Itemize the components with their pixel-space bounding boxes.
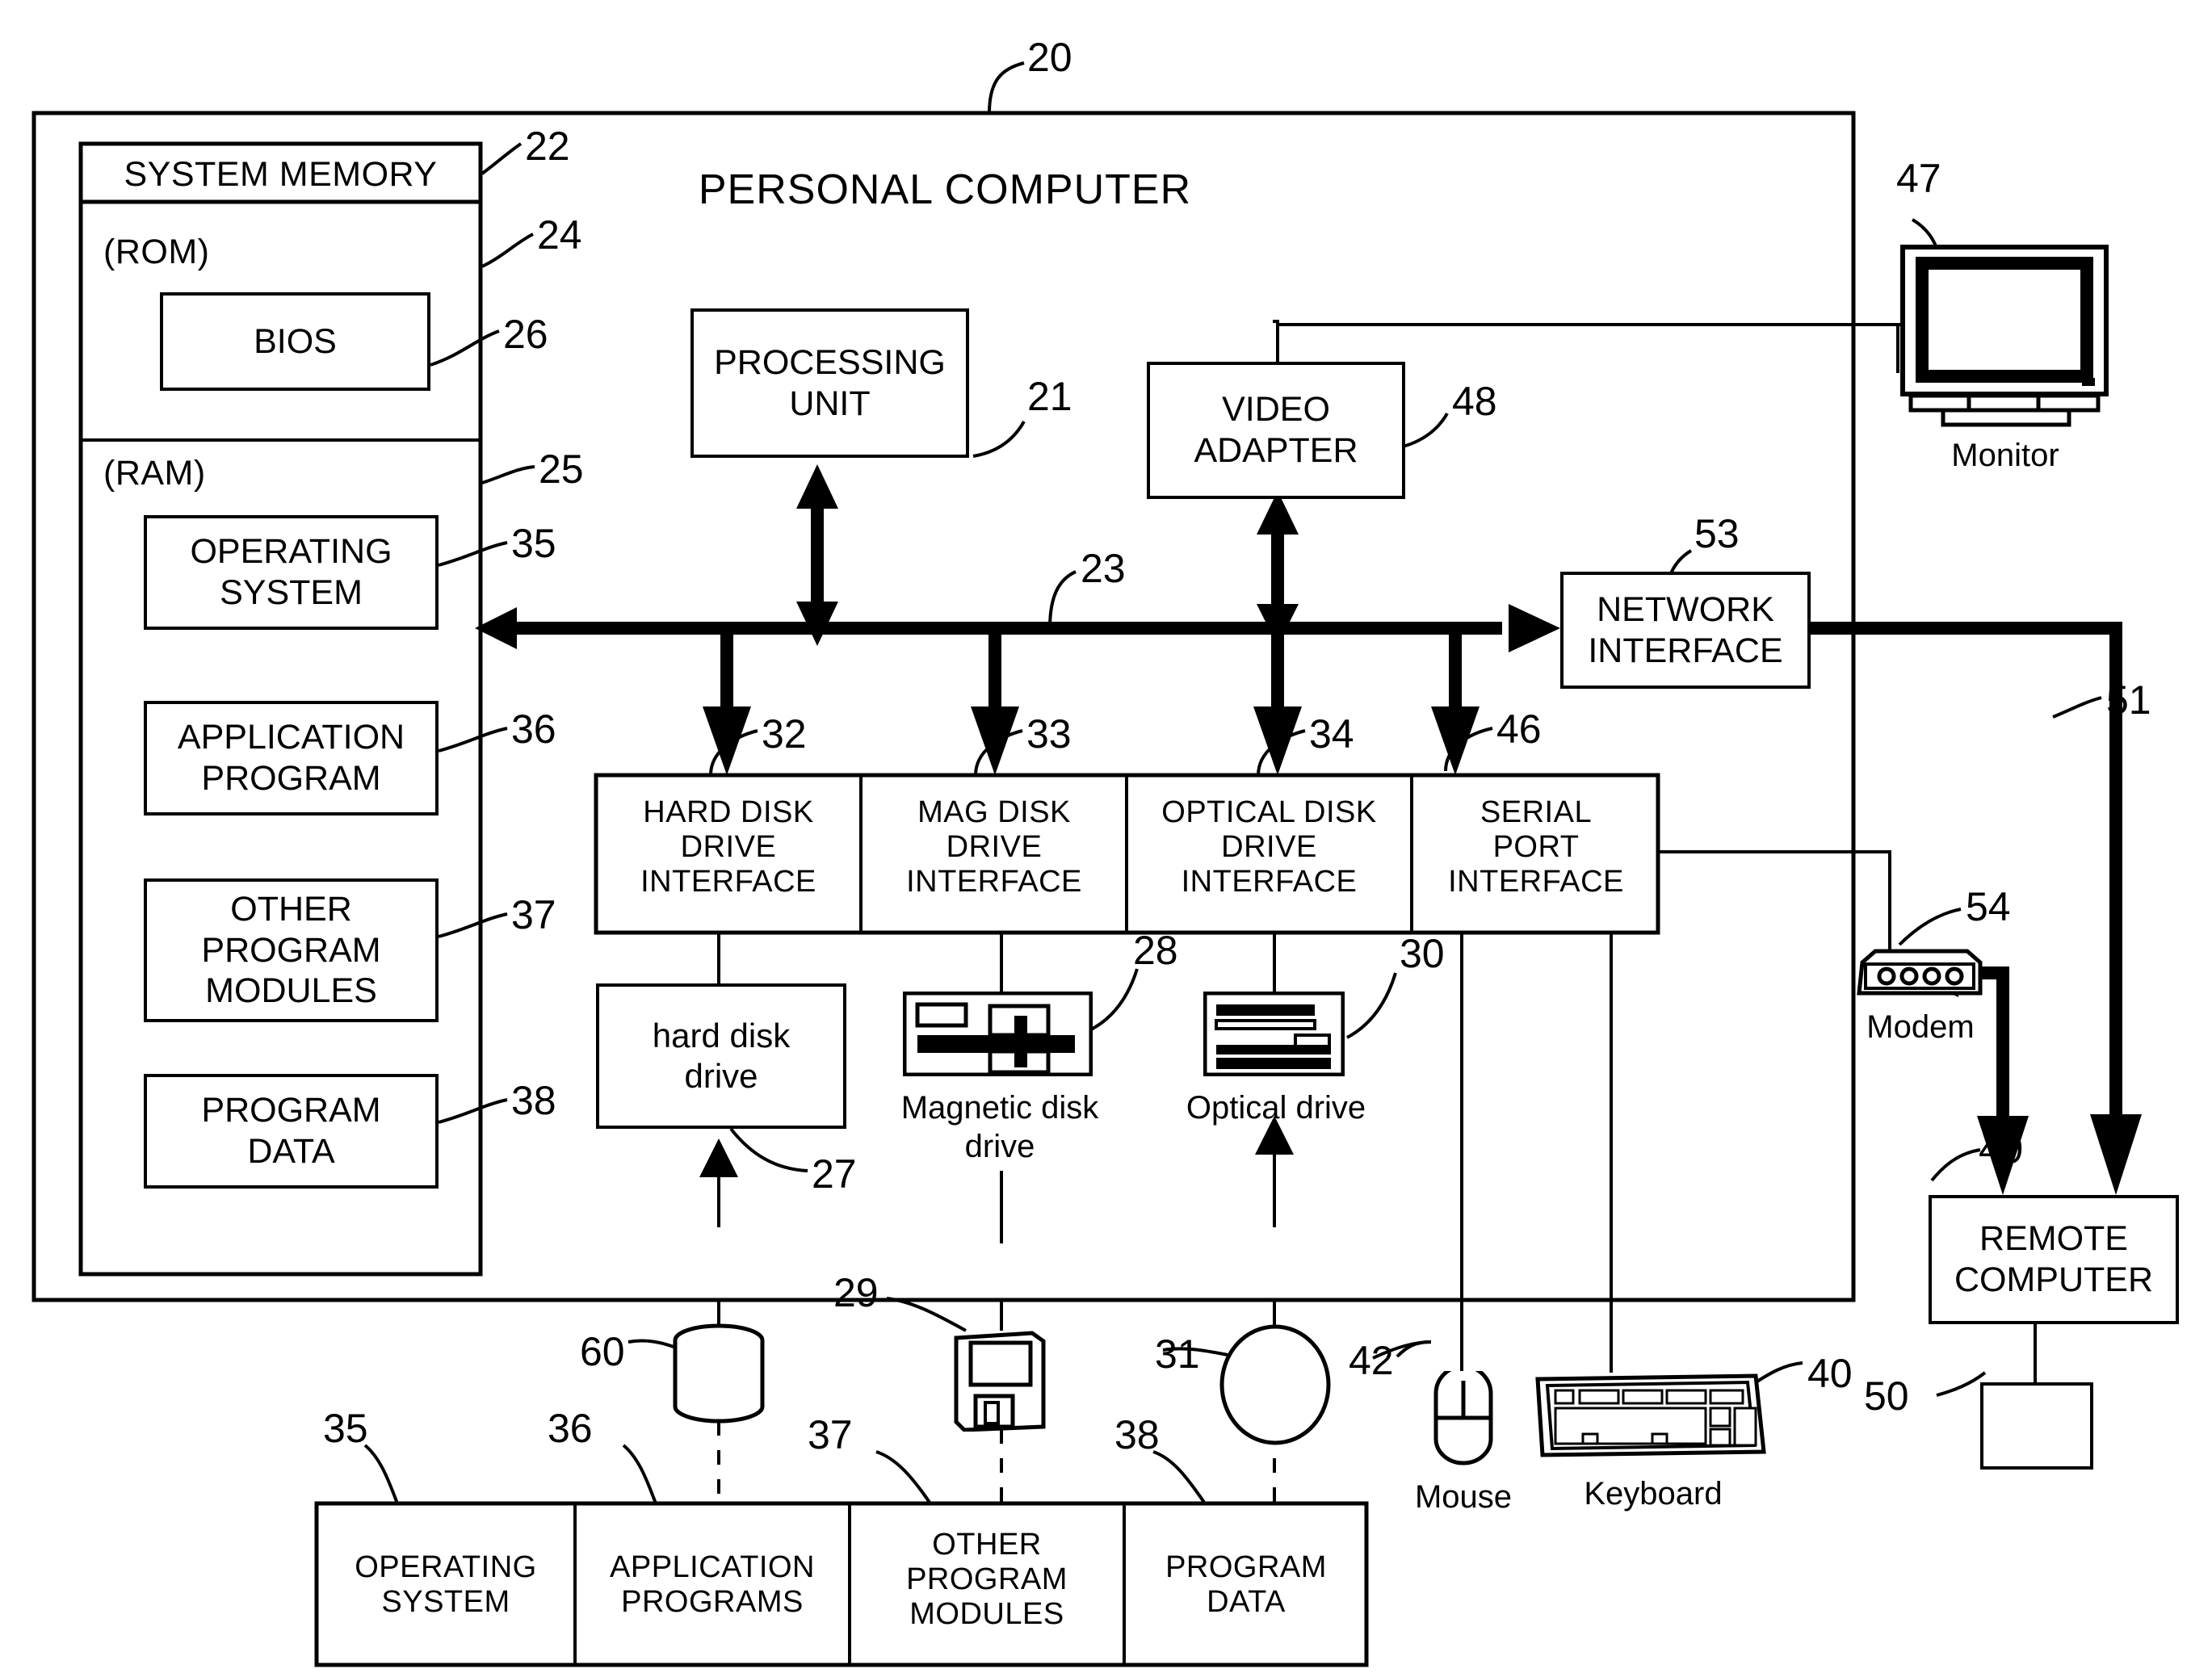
storage-item-other-program-modules: OTHER PROGRAM MODULES	[906, 1528, 1068, 1631]
ref-37-storage: 37	[808, 1412, 853, 1457]
ref-31: 31	[1155, 1331, 1200, 1377]
ref-27: 27	[812, 1151, 857, 1197]
ref-40: 40	[1807, 1351, 1853, 1396]
ref-35-ram: 35	[511, 521, 556, 566]
storage-item-application-programs: APPLICATION PROGRAMS	[610, 1550, 815, 1619]
ref-32: 32	[762, 711, 807, 757]
ref-22: 22	[525, 124, 570, 169]
ref-37-ram: 37	[511, 892, 556, 937]
ram-item-label: APPLICATION PROGRAM	[177, 718, 405, 798]
ram-item-application-program: APPLICATION PROGRAM	[144, 701, 439, 816]
ram-label: (RAM)	[103, 454, 206, 493]
optical-drive-label: Optical drive	[1186, 1090, 1366, 1126]
ref-30: 30	[1400, 931, 1445, 976]
ref-25: 25	[539, 447, 584, 492]
ref-46: 46	[1496, 707, 1542, 752]
ref-38-ram: 38	[511, 1078, 556, 1123]
ref-36-storage: 36	[548, 1406, 593, 1451]
optical-drive-icon	[1203, 991, 1345, 1077]
ref-29: 29	[833, 1270, 879, 1315]
ref-20: 20	[1027, 35, 1072, 80]
ref-28: 28	[1133, 928, 1178, 973]
ram-item-label: OTHER PROGRAM MODULES	[201, 889, 381, 1011]
ref-33: 33	[1026, 711, 1072, 757]
ref-49: 49	[1979, 1126, 2024, 1172]
ram-item-program-data: PROGRAM DATA	[144, 1074, 439, 1189]
hard-disk-drive-box: hard disk drive	[596, 983, 846, 1129]
bios-box: BIOS	[160, 292, 430, 391]
ref-24: 24	[537, 212, 582, 258]
ram-item-other-program-modules: OTHER PROGRAM MODULES	[144, 878, 439, 1022]
keyboard-icon	[1533, 1365, 1767, 1461]
monitor-label: Monitor	[1951, 438, 2059, 473]
magnetic-disk-drive-icon	[902, 991, 1093, 1077]
interface-optical-disk-label: OPTICAL DISK DRIVE INTERFACE	[1161, 795, 1377, 899]
ref-48: 48	[1452, 379, 1497, 424]
ref-21: 21	[1027, 374, 1072, 419]
ref-36-ram: 36	[511, 707, 556, 752]
network-interface-box: NETWORK INTERFACE	[1560, 572, 1811, 689]
keyboard-label: Keyboard	[1584, 1476, 1723, 1512]
interface-serial-port-label: SERIAL PORT INTERFACE	[1448, 795, 1624, 899]
mouse-label: Mouse	[1414, 1479, 1513, 1515]
ref-51: 51	[2106, 677, 2151, 723]
ref-35-storage: 35	[323, 1406, 368, 1451]
bios-label: BIOS	[254, 321, 337, 361]
remote-memory-box	[1980, 1382, 2093, 1470]
mouse-icon	[1431, 1364, 1496, 1466]
ref-53: 53	[1694, 511, 1740, 556]
processing-unit-box: PROCESSING UNIT	[690, 308, 969, 458]
floppy-disk-icon	[951, 1328, 1048, 1432]
ram-item-label: PROGRAM DATA	[201, 1091, 381, 1171]
magnetic-disk-drive-label: Magnetic disk drive	[900, 1090, 1099, 1164]
video-adapter-box: VIDEO ADAPTER	[1147, 362, 1405, 499]
storage-item-program-data: PROGRAM DATA	[1165, 1550, 1327, 1619]
ram-item-operating-system: OPERATING SYSTEM	[144, 515, 439, 630]
ref-42: 42	[1349, 1338, 1394, 1383]
monitor-icon	[1896, 242, 2114, 428]
rom-label: (ROM)	[103, 233, 210, 271]
modem-label: Modem	[1866, 1009, 1975, 1045]
hard-disk-drive-label: hard disk drive	[652, 1017, 791, 1095]
processing-unit-label: PROCESSING UNIT	[714, 342, 946, 423]
ref-34: 34	[1309, 711, 1354, 757]
ref-50: 50	[1864, 1373, 1909, 1419]
optical-disc-icon	[1218, 1324, 1333, 1445]
page-title: PERSONAL COMPUTER	[698, 166, 1192, 213]
ram-item-label: OPERATING SYSTEM	[190, 532, 392, 612]
ref-60: 60	[580, 1329, 625, 1374]
ref-23: 23	[1081, 546, 1126, 591]
interface-mag-disk-label: MAG DISK DRIVE INTERFACE	[906, 795, 1082, 899]
storage-item-operating-system: OPERATING SYSTEM	[355, 1550, 537, 1619]
system-memory-header: SYSTEM MEMORY	[124, 155, 438, 194]
video-adapter-label: VIDEO ADAPTER	[1194, 390, 1358, 470]
ref-54: 54	[1966, 884, 2011, 929]
interface-hard-disk-label: HARD DISK DRIVE INTERFACE	[640, 795, 816, 899]
modem-icon	[1848, 946, 1990, 1004]
remote-computer-box: REMOTE COMPUTER	[1929, 1195, 2179, 1324]
ref-47: 47	[1896, 156, 1941, 201]
remote-computer-label: REMOTE COMPUTER	[1954, 1219, 2154, 1299]
ref-38-storage: 38	[1114, 1412, 1160, 1457]
network-interface-label: NETWORK INTERFACE	[1588, 589, 1783, 670]
ref-26: 26	[503, 312, 548, 357]
hard-disk-platter-icon	[667, 1323, 770, 1426]
patent-figure: 20 PERSONAL COMPUTER SYSTEM MEMORY 22 (R…	[0, 0, 2212, 1673]
